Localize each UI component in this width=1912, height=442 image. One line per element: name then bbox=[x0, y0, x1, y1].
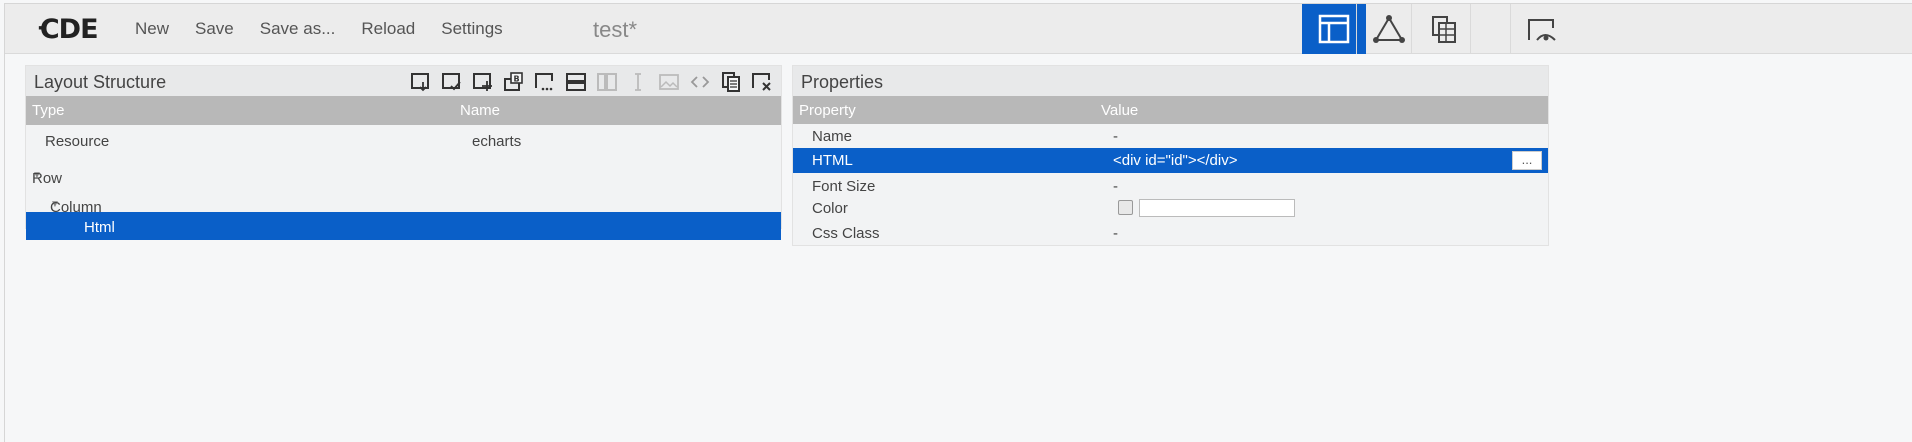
color-checkbox[interactable] bbox=[1118, 200, 1133, 215]
edit-html-button[interactable]: ... bbox=[1512, 151, 1542, 170]
add-row-button[interactable] bbox=[560, 69, 591, 95]
add-columns-icon bbox=[596, 73, 617, 91]
add-html-icon bbox=[690, 76, 709, 88]
apply-template-button[interactable] bbox=[436, 69, 467, 95]
preview-icon bbox=[1527, 19, 1556, 41]
layout-row-html[interactable]: Html bbox=[26, 212, 781, 240]
delete-button[interactable] bbox=[746, 69, 777, 95]
datasources-mode-button[interactable] bbox=[1411, 4, 1475, 54]
add-resource-icon bbox=[472, 73, 492, 91]
layout-structure-panel: Layout Structure B Type Name Resource ec… bbox=[25, 65, 782, 240]
property-row-css-class[interactable]: Css Class - bbox=[793, 220, 1548, 245]
cde-window: ·CDE New Save Save as... Reload Settings… bbox=[4, 3, 1912, 442]
save-template-icon bbox=[410, 73, 429, 92]
layout-structure-header: Layout Structure B bbox=[26, 66, 781, 96]
column-type: Type bbox=[32, 102, 65, 119]
cde-logo: ·CDE bbox=[37, 14, 99, 45]
save-template-button[interactable] bbox=[405, 69, 436, 95]
layout-row-column[interactable]: ▼ Column bbox=[26, 183, 781, 216]
duplicate-button[interactable] bbox=[715, 69, 746, 95]
add-image-icon bbox=[658, 74, 679, 90]
panel-title: Layout Structure bbox=[34, 72, 167, 92]
add-freeform-icon bbox=[534, 73, 553, 91]
top-bar: ·CDE New Save Save as... Reload Settings… bbox=[5, 4, 1912, 54]
duplicate-icon bbox=[721, 72, 740, 92]
properties-panel: Properties Property Value Name - HTML <d… bbox=[792, 65, 1549, 246]
menu-save[interactable]: Save bbox=[195, 19, 234, 39]
menu-save-as[interactable]: Save as... bbox=[260, 19, 336, 39]
components-icon bbox=[1372, 15, 1405, 43]
add-space-button[interactable] bbox=[622, 69, 653, 95]
add-bootstrap-panel-icon: B bbox=[503, 72, 523, 91]
main-menu: New Save Save as... Reload Settings bbox=[135, 19, 529, 39]
preview-mode-button[interactable] bbox=[1510, 4, 1570, 54]
layout-toolbar: B bbox=[405, 69, 777, 95]
panel-title: Properties bbox=[801, 72, 884, 92]
delete-icon bbox=[751, 73, 771, 91]
svg-text:B: B bbox=[513, 75, 519, 84]
menu-reload[interactable]: Reload bbox=[361, 19, 415, 39]
datasources-icon bbox=[1431, 16, 1456, 43]
menu-new[interactable]: New bbox=[135, 19, 169, 39]
add-columns-button[interactable] bbox=[591, 69, 622, 95]
layout-row-resource[interactable]: Resource echarts bbox=[26, 125, 781, 154]
menu-settings[interactable]: Settings bbox=[441, 19, 502, 39]
property-row-name[interactable]: Name - bbox=[793, 126, 1548, 148]
add-space-icon bbox=[634, 73, 641, 91]
add-bootstrap-panel-button[interactable]: B bbox=[498, 69, 529, 95]
property-row-html[interactable]: HTML <div id="id"></div> ... bbox=[793, 148, 1548, 173]
add-freeform-button[interactable] bbox=[529, 69, 560, 95]
layout-row-row[interactable]: ▼ Row bbox=[26, 154, 781, 187]
column-property: Property bbox=[799, 102, 856, 119]
column-name: Name bbox=[460, 102, 501, 119]
add-resource-button[interactable] bbox=[467, 69, 498, 95]
add-html-button[interactable] bbox=[684, 69, 715, 95]
apply-template-icon bbox=[441, 73, 461, 91]
add-image-button[interactable] bbox=[653, 69, 684, 95]
property-row-color[interactable]: Color bbox=[793, 197, 1548, 220]
add-row-icon bbox=[565, 73, 586, 91]
properties-column-header: Property Value bbox=[793, 96, 1548, 124]
color-input[interactable] bbox=[1139, 199, 1295, 217]
properties-header: Properties bbox=[793, 66, 1548, 96]
document-title: test* bbox=[593, 17, 638, 42]
layout-column-header: Type Name bbox=[26, 96, 781, 125]
column-value: Value bbox=[1101, 102, 1139, 119]
property-row-font-size[interactable]: Font Size - bbox=[793, 173, 1548, 197]
mode-spacer bbox=[1470, 4, 1510, 54]
layout-icon bbox=[1318, 14, 1350, 44]
